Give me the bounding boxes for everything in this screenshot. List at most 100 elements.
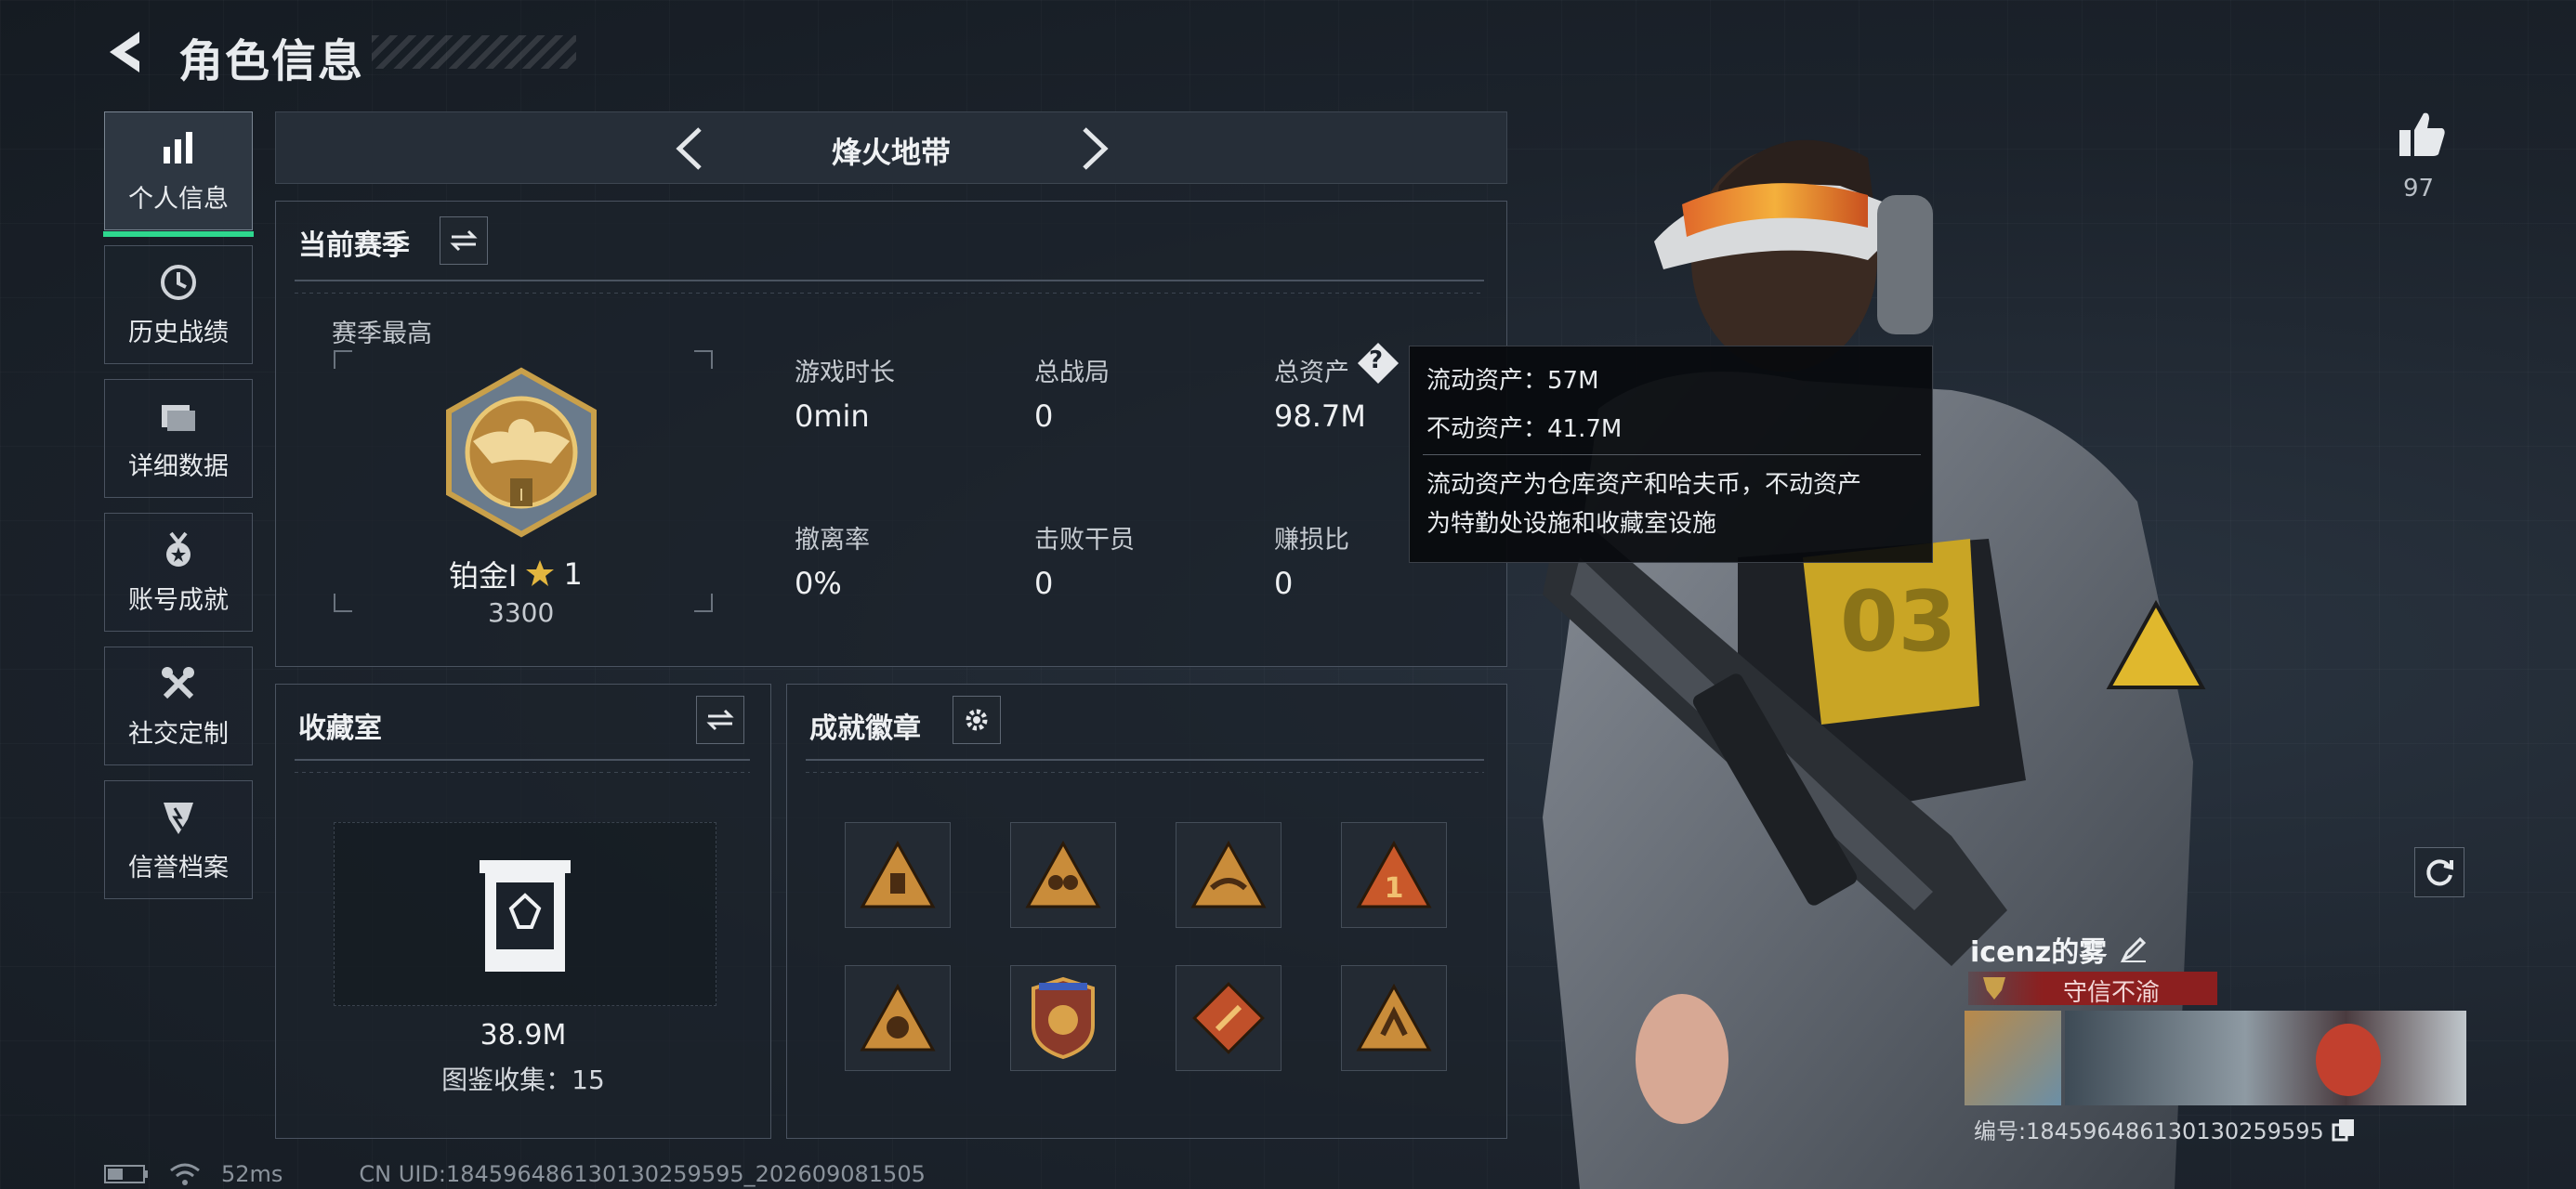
sidebar-item-social[interactable]: 社交定制 (104, 647, 253, 765)
rank-score: 3300 (488, 597, 555, 628)
collection-preview[interactable] (334, 822, 716, 1006)
star-icon (526, 560, 555, 586)
folder-icon (162, 404, 195, 431)
sidebar-item-personal-info[interactable]: 个人信息 (103, 111, 254, 237)
tooltip-liquid-assets: 流动资产：57M (1426, 367, 1599, 395)
achievement-badge-2[interactable] (1010, 822, 1116, 928)
sidebar-item-achievements[interactable]: 账号成就 (104, 513, 253, 632)
battery-icon (104, 1165, 148, 1183)
edit-icon[interactable] (2120, 935, 2148, 963)
stat-value-profit-ratio: 0 (1274, 566, 1294, 601)
stat-value-playtime: 0min (795, 399, 870, 434)
collection-value: 38.9M (480, 1019, 567, 1052)
gear-icon (966, 709, 988, 731)
swap-icon (706, 709, 734, 731)
assets-tooltip: 流动资产：57M 不动资产：41.7M 流动资产为仓库资产和哈夫币，不动资产 为… (1409, 346, 1933, 563)
mode-label: 烽火地带 (831, 135, 951, 170)
achievements-title: 成就徽章 (809, 712, 921, 745)
sidebar-item-credit[interactable]: 信誉档案 (104, 780, 253, 899)
achievements-panel: 成就徽章 1 (786, 684, 1507, 1139)
ping-text: 52ms (221, 1161, 283, 1187)
stat-value-total-matches: 0 (1034, 399, 1054, 434)
triangle-badge-icon: 1 (1356, 840, 1432, 908)
season-divider (295, 280, 1484, 281)
sidebar-item-label: 账号成就 (128, 585, 229, 615)
achievement-badge-3[interactable] (1176, 822, 1281, 928)
copy-icon[interactable] (2332, 1117, 2356, 1142)
triangle-badge-icon (1025, 840, 1101, 908)
stat-label-total-assets: 总资产 (1274, 359, 1349, 387)
achievement-badge-8[interactable] (1341, 965, 1447, 1071)
rank-stars: 1 (563, 556, 583, 592)
switch-season-button[interactable] (440, 216, 488, 265)
diamond-badge-icon (1192, 982, 1265, 1054)
player-name-row: icenz的雾 (1970, 929, 2148, 970)
achievement-badge-4[interactable]: 1 (1341, 822, 1447, 928)
status-bar: 52ms CN UID:1845964861301302595​95_20260… (104, 1161, 926, 1187)
avatar[interactable] (1965, 1011, 2061, 1105)
player-banner[interactable] (2065, 1011, 2466, 1105)
achievement-badge-5[interactable] (845, 965, 951, 1071)
medal-icon (166, 531, 191, 567)
mode-selector: 烽火地带 (275, 111, 1507, 184)
shield-icon (164, 802, 193, 834)
sidebar-item-history[interactable]: 历史战绩 (104, 245, 253, 364)
rank-line: 铂金Ⅰ 1 (449, 553, 583, 595)
uid-text: CN UID:1845964861301302595​95_2026090815… (359, 1161, 926, 1187)
sidebar-item-label: 个人信息 (128, 184, 229, 214)
collection-panel: 收藏室 38.9M 图鉴收集：15 (275, 684, 771, 1139)
shield-badge-icon (1032, 976, 1095, 1060)
player-id-row: 编号:1845964861301302595​95 (1974, 1113, 2356, 1145)
stat-value-kills: 0 (1034, 566, 1054, 601)
triangle-badge-icon (860, 840, 936, 908)
stat-value-extract-rate: 0% (795, 566, 842, 601)
stat-label-profit-ratio: 赚损比 (1274, 526, 1349, 555)
achievement-badge-1[interactable] (845, 822, 951, 928)
title-decoration (372, 35, 576, 69)
triangle-badge-icon (860, 983, 936, 1052)
sidebar-item-detail-data[interactable]: 详细数据 (104, 379, 253, 498)
triangle-badge-icon (1190, 840, 1267, 908)
refresh-icon (2426, 859, 2453, 886)
thumbs-up-icon[interactable] (2396, 108, 2448, 160)
player-id: 编号:1845964861301302595​95 (1974, 1118, 2324, 1144)
tools-icon (162, 666, 194, 699)
tooltip-desc-line-1: 流动资产为仓库资产和哈夫币，不动资产 (1426, 471, 1862, 499)
stat-label-total-matches: 总战局 (1034, 359, 1110, 387)
season-title: 当前赛季 (298, 229, 410, 262)
next-mode-icon[interactable] (1077, 125, 1114, 172)
svg-text:03: 03 (1840, 573, 1956, 671)
back-arrow-icon[interactable] (100, 26, 152, 78)
svg-text:1: 1 (1385, 872, 1404, 905)
achievement-badge-7[interactable] (1176, 965, 1281, 1071)
triangle-badge-icon (1356, 983, 1432, 1052)
season-best-label: 赛季最高 (332, 320, 432, 348)
title-badge-bar: 守信不渝 (1968, 972, 2217, 1007)
like-count: 97 (2403, 175, 2435, 203)
refresh-button[interactable] (2414, 847, 2464, 897)
page-title: 角色信息 (178, 35, 365, 87)
vault-icon (480, 860, 571, 972)
svg-text:Ⅰ: Ⅰ (519, 486, 523, 505)
achievement-badge-6[interactable] (1010, 965, 1116, 1071)
tooltip-fixed-assets: 不动资产：41.7M (1426, 415, 1623, 443)
collection-switch-button[interactable] (696, 696, 744, 744)
wifi-icon (170, 1163, 200, 1185)
clock-icon (161, 264, 196, 300)
rank-name: 铂金Ⅰ (449, 558, 518, 594)
sidebar-item-label: 信誉档案 (128, 853, 229, 882)
stat-value-total-assets: 98.7M (1274, 399, 1366, 434)
tooltip-desc-line-2: 为特勤处设施和收藏室设施 (1426, 510, 1717, 538)
swap-icon (450, 229, 478, 252)
stat-label-kills: 击败干员 (1034, 526, 1135, 555)
player-title: 守信不渝 (2062, 979, 2160, 1007)
collection-catalog: 图鉴收集：15 (441, 1065, 605, 1095)
achievements-settings-button[interactable] (953, 696, 1001, 744)
rank-emblem-icon: Ⅰ (446, 367, 597, 538)
bar-chart-icon (164, 131, 192, 163)
stat-label-playtime: 游戏时长 (795, 359, 895, 387)
sidebar-item-label: 社交定制 (128, 719, 229, 749)
stat-label-extract-rate: 撤离率 (795, 526, 870, 555)
collection-title: 收藏室 (298, 712, 382, 745)
sidebar-item-label: 详细数据 (128, 451, 229, 481)
